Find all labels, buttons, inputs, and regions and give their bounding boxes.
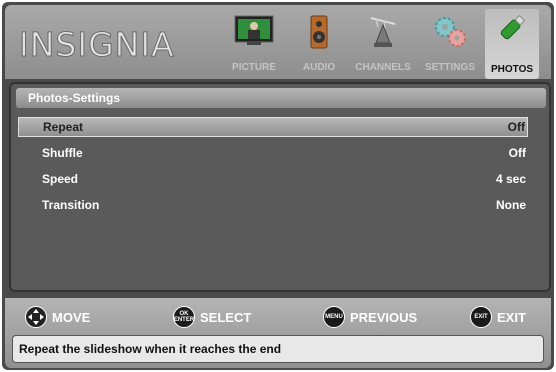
gears-icon bbox=[433, 15, 467, 54]
control-label: MOVE bbox=[52, 309, 91, 325]
setting-value: Off bbox=[507, 120, 525, 134]
tv-menu-screen: INSIGNIA PICTURE AUDIO CHANNELS SETTINGS… bbox=[2, 2, 554, 370]
control-footer: MOVE OK ENTER SELECT MENU PREVIOUS EXIT … bbox=[5, 298, 551, 368]
photos-settings-panel: Photos-Settings Repeat Off Shuffle Off S… bbox=[9, 82, 551, 292]
usb-stick-icon bbox=[495, 11, 529, 50]
menu-button-icon: MENU bbox=[323, 306, 345, 328]
picture-icon bbox=[234, 15, 274, 50]
speaker-icon bbox=[309, 15, 329, 54]
setting-row-transition[interactable]: Transition None bbox=[18, 195, 528, 215]
setting-value: 4 sec bbox=[495, 172, 526, 186]
tab-label: PHOTOS bbox=[490, 64, 534, 75]
tab-settings[interactable]: SETTINGS bbox=[420, 13, 480, 77]
control-label: PREVIOUS bbox=[350, 309, 418, 325]
setting-value: Off bbox=[508, 146, 526, 160]
setting-row-repeat[interactable]: Repeat Off bbox=[18, 117, 528, 137]
ok-enter-icon: OK ENTER bbox=[173, 306, 195, 328]
tab-audio[interactable]: AUDIO bbox=[297, 13, 341, 77]
tab-picture[interactable]: PICTURE bbox=[223, 13, 285, 77]
dpad-icon bbox=[25, 306, 47, 328]
control-previous: MENU PREVIOUS bbox=[323, 305, 417, 329]
setting-name: Repeat bbox=[43, 120, 84, 134]
brand-logo: INSIGNIA bbox=[19, 25, 175, 65]
antenna-icon bbox=[368, 15, 398, 54]
setting-row-speed[interactable]: Speed 4 sec bbox=[18, 169, 528, 189]
exit-button-icon: EXIT bbox=[470, 306, 492, 328]
setting-name: Transition bbox=[42, 198, 100, 212]
setting-row-shuffle[interactable]: Shuffle Off bbox=[18, 143, 528, 163]
setting-name: Speed bbox=[42, 172, 79, 186]
control-label: EXIT bbox=[497, 309, 526, 325]
panel-title: Photos-Settings bbox=[16, 88, 546, 108]
control-exit: EXIT EXIT bbox=[470, 305, 526, 329]
tab-label: AUDIO bbox=[302, 62, 336, 73]
tab-label: CHANNELS bbox=[355, 62, 411, 73]
setting-value: None bbox=[496, 198, 526, 212]
tab-label: PICTURE bbox=[232, 62, 276, 73]
menu-header: INSIGNIA PICTURE AUDIO CHANNELS SETTINGS… bbox=[5, 5, 551, 79]
setting-name: Shuffle bbox=[42, 146, 83, 160]
control-move: MOVE bbox=[25, 305, 90, 329]
help-text: Repeat the slideshow when it reaches the… bbox=[12, 335, 544, 363]
tab-photos[interactable]: PHOTOS bbox=[485, 9, 539, 79]
tab-label: SETTINGS bbox=[424, 62, 475, 73]
control-select: OK ENTER SELECT bbox=[173, 305, 251, 329]
tab-channels[interactable]: CHANNELS bbox=[350, 13, 416, 77]
control-label: SELECT bbox=[200, 309, 252, 325]
